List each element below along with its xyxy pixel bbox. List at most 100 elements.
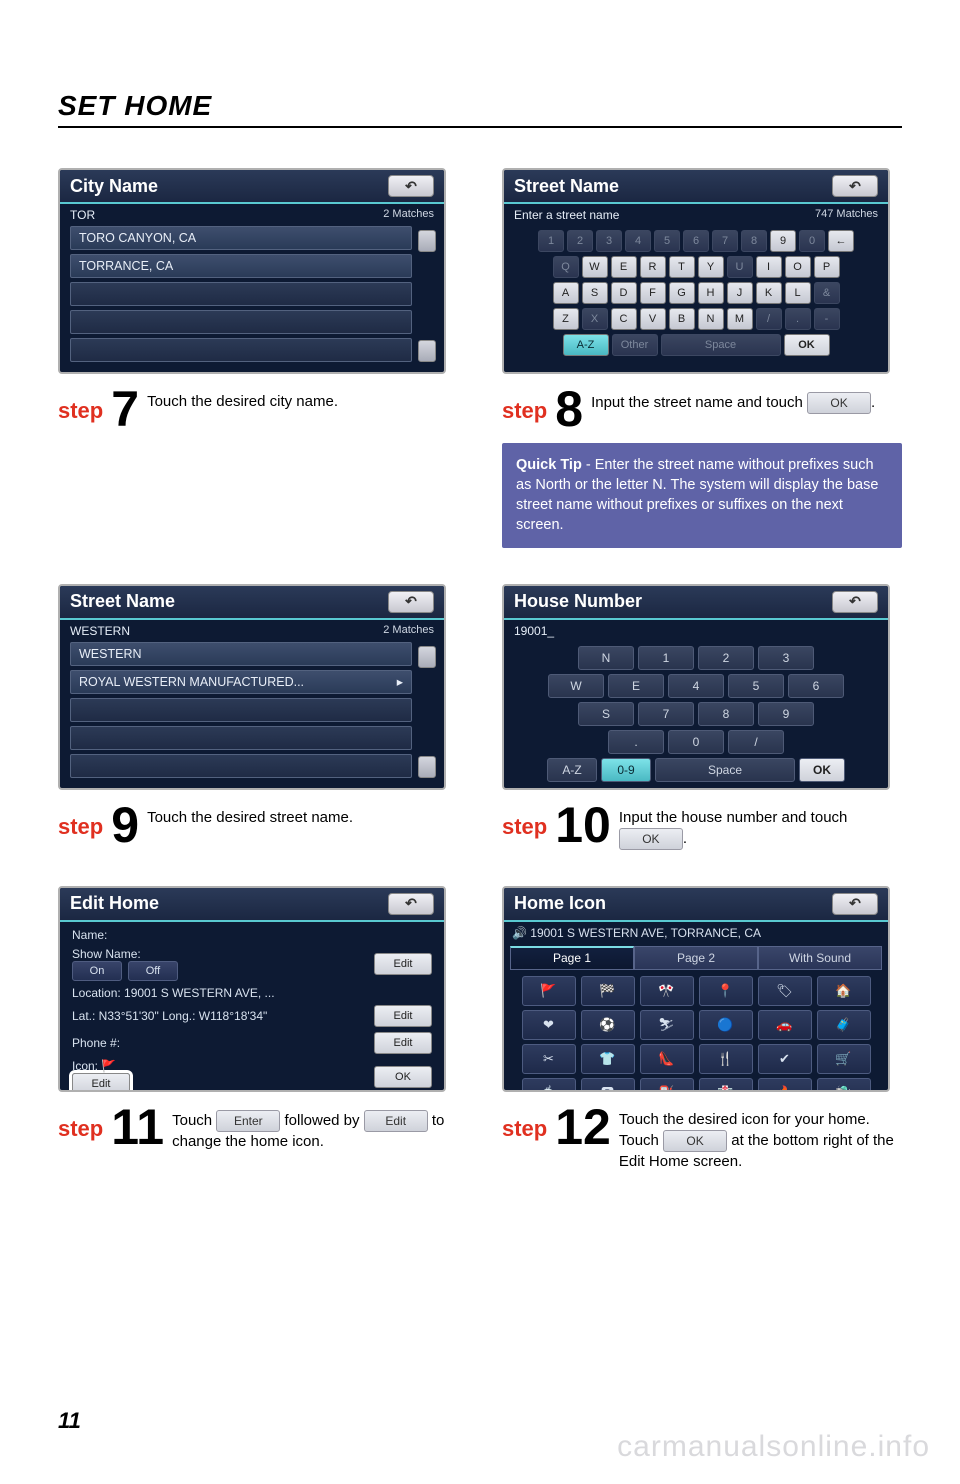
icon-option[interactable]: 🎌 [640,976,694,1006]
list-item[interactable]: TORO CANYON, CA [70,226,412,250]
key-dot[interactable]: . [608,730,664,754]
key-5[interactable]: 5 [654,230,680,252]
key-y[interactable]: Y [698,256,724,278]
icon-option[interactable]: ✂ [522,1044,576,1074]
key-n[interactable]: N [578,646,634,670]
key-r[interactable]: R [640,256,666,278]
back-button[interactable]: ↶ [388,175,434,197]
key-space[interactable]: Space [661,334,781,356]
icon-option[interactable]: ⛽ [640,1078,694,1092]
key-g[interactable]: G [669,282,695,304]
key-m[interactable]: M [727,308,753,330]
key-j[interactable]: J [727,282,753,304]
icon-option[interactable]: 🏥 [699,1078,753,1092]
key-b[interactable]: B [669,308,695,330]
key-7[interactable]: 7 [712,230,738,252]
icon-option[interactable]: 🔵 [699,1010,753,1040]
icon-option[interactable]: 🛒 [817,1044,871,1074]
key-s[interactable]: S [578,702,634,726]
icon-option[interactable]: 🏷 [758,976,812,1006]
key-3[interactable]: 3 [596,230,622,252]
key-az[interactable]: A-Z [563,334,609,356]
scroll-up[interactable] [418,646,436,668]
key-dot[interactable]: . [785,308,811,330]
key-s[interactable]: S [582,282,608,304]
scroll-down[interactable] [418,756,436,778]
key-c[interactable]: C [611,308,637,330]
key-z[interactable]: Z [553,308,579,330]
key-u[interactable]: U [727,256,753,278]
edit-button[interactable]: Edit [374,1005,432,1027]
key-w[interactable]: W [548,674,604,698]
key-slash[interactable]: / [728,730,784,754]
icon-option[interactable]: 👠 [640,1044,694,1074]
key-ok[interactable]: OK [784,334,830,356]
key-v[interactable]: V [640,308,666,330]
key-e[interactable]: E [608,674,664,698]
key-8[interactable]: 8 [698,702,754,726]
key-8[interactable]: 8 [741,230,767,252]
key-other[interactable]: Other [612,334,658,356]
off-toggle[interactable]: Off [128,961,178,981]
key-6[interactable]: 6 [683,230,709,252]
list-item[interactable]: TORRANCE, CA [70,254,412,278]
key-i[interactable]: I [756,256,782,278]
icon-option[interactable]: 🍴 [699,1044,753,1074]
tab-with-sound[interactable]: With Sound [758,946,882,970]
icon-option[interactable]: 📍 [699,976,753,1006]
icon-option[interactable]: ❤ [522,1010,576,1040]
key-2[interactable]: 2 [567,230,593,252]
key-x[interactable]: X [582,308,608,330]
scroll-down[interactable] [418,340,436,362]
key-n[interactable]: N [698,308,724,330]
icon-option[interactable]: 🧳 [817,1010,871,1040]
key-space[interactable]: Space [655,758,795,782]
key-9[interactable]: 9 [758,702,814,726]
icon-option[interactable]: 🚗 [758,1010,812,1040]
key-7[interactable]: 7 [638,702,694,726]
back-button[interactable]: ↶ [832,175,878,197]
edit-button[interactable]: Edit [374,1032,432,1054]
key-q[interactable]: Q [553,256,579,278]
list-item[interactable]: ROYAL WESTERN MANUFACTURED...▸ [70,670,412,694]
icon-option[interactable]: 👕 [581,1044,635,1074]
key-4[interactable]: 4 [668,674,724,698]
icon-option[interactable]: 🚩 [522,976,576,1006]
key-ok[interactable]: OK [799,758,845,782]
back-button[interactable]: ↶ [388,893,434,915]
key-1[interactable]: 1 [638,646,694,670]
key-l[interactable]: L [785,282,811,304]
key-9[interactable]: 9 [770,230,796,252]
key-dash[interactable]: - [814,308,840,330]
key-slash[interactable]: / [756,308,782,330]
key-1[interactable]: 1 [538,230,564,252]
key-4[interactable]: 4 [625,230,651,252]
icon-option[interactable]: ✔ [758,1044,812,1074]
icon-option[interactable]: ⛷ [640,1010,694,1040]
key-backspace[interactable]: ← [828,230,854,252]
tab-page-1[interactable]: Page 1 [510,946,634,970]
key-09[interactable]: 0-9 [601,758,651,782]
key-o[interactable]: O [785,256,811,278]
key-e[interactable]: E [611,256,637,278]
back-button[interactable]: ↶ [832,591,878,613]
key-5[interactable]: 5 [728,674,784,698]
key-h[interactable]: H [698,282,724,304]
icon-option[interactable]: 🅿 [581,1078,635,1092]
icon-option[interactable]: ⚽ [581,1010,635,1040]
scroll-up[interactable] [418,230,436,252]
icon-option[interactable]: 🛸 [817,1078,871,1092]
key-6[interactable]: 6 [788,674,844,698]
key-az[interactable]: A-Z [547,758,597,782]
icon-option[interactable]: 🍵 [522,1078,576,1092]
key-2[interactable]: 2 [698,646,754,670]
key-amp[interactable]: & [814,282,840,304]
key-k[interactable]: K [756,282,782,304]
on-toggle[interactable]: On [72,961,122,981]
back-button[interactable]: ↶ [832,893,878,915]
icon-option[interactable]: 🔥 [758,1078,812,1092]
key-d[interactable]: D [611,282,637,304]
tab-page-2[interactable]: Page 2 [634,946,758,970]
edit-button[interactable]: Edit [374,953,432,975]
edit-icon-button[interactable]: Edit [72,1073,130,1092]
